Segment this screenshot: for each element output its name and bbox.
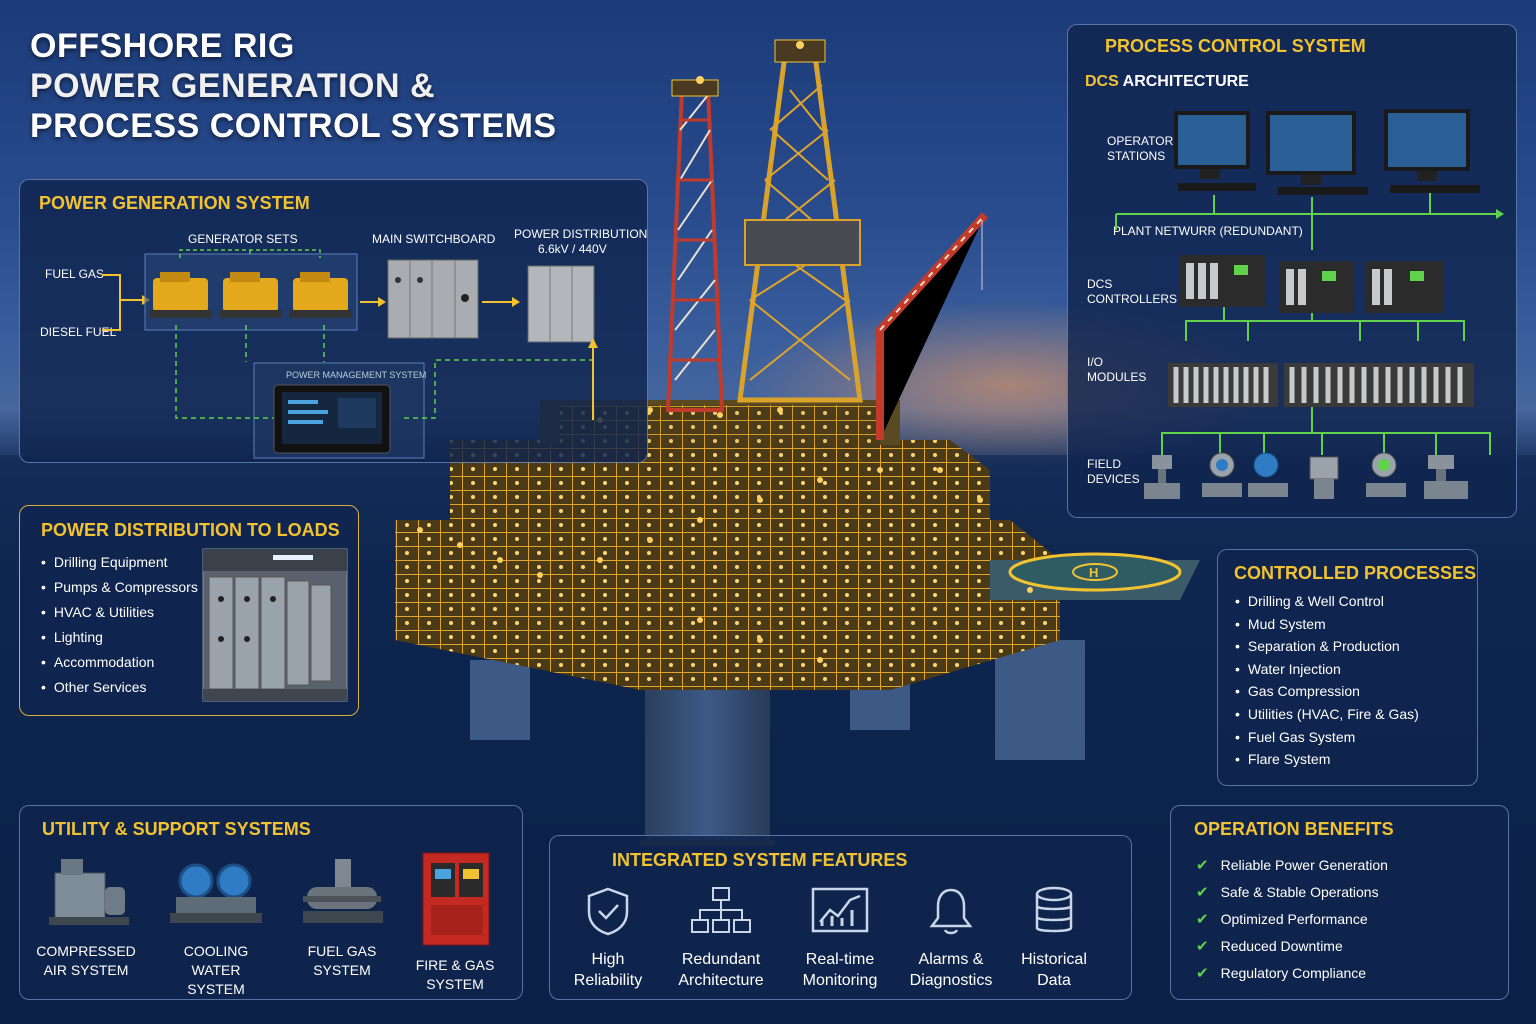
title-line-2: POWER GENERATION & — [30, 67, 436, 105]
monitor-chart-icon — [811, 887, 869, 933]
hierarchy-icon — [691, 887, 751, 933]
list-item: Other Services — [41, 675, 198, 700]
loads-list: Drilling Equipment Pumps & Compressors H… — [41, 550, 198, 700]
list-item: Safe & Stable Operations — [1196, 879, 1388, 906]
feature-historical-data: Historical Data — [999, 886, 1109, 991]
bell-icon — [929, 888, 973, 935]
list-item: Regulatory Compliance — [1196, 960, 1388, 987]
generator-icon — [220, 272, 282, 318]
feature-high-reliability: High Reliability — [553, 886, 663, 991]
fuel-gas-skid-icon — [303, 859, 383, 923]
pms-screen-icon — [273, 384, 391, 454]
list-item: Reliable Power Generation — [1196, 852, 1388, 879]
svg-text:H: H — [1089, 565, 1098, 580]
main-switchboard-icon — [387, 259, 479, 339]
controlled-processes-list: Drilling & Well Control Mud System Separ… — [1235, 590, 1419, 771]
transmitter-icon — [1366, 452, 1406, 497]
list-item: Water Injection — [1235, 658, 1419, 681]
operator-station-icon — [1384, 109, 1480, 193]
cooling-water-label: COOLING WATER SYSTEM — [183, 943, 249, 997]
cooling-pump-icon — [170, 863, 262, 923]
generator-icon — [290, 272, 352, 318]
power-generation-panel: POWER GENERATION SYSTEM GENERATOR SETS M… — [19, 179, 648, 463]
dcs-controller-icon — [1180, 255, 1266, 307]
operator-station-icon — [1174, 111, 1256, 191]
feature-real-time-monitoring: Real-time Monitoring — [785, 886, 895, 991]
title-line-1: OFFSHORE RIG — [30, 27, 295, 65]
dcs-controller-icon — [1366, 261, 1444, 313]
list-item: Pumps & Compressors — [41, 575, 198, 600]
compressed-air-label: COMPRESSED AIR SYSTEM — [36, 943, 136, 978]
fire-gas-system: FIRE & GAS SYSTEM — [400, 852, 510, 994]
utility-support-title: UTILITY & SUPPORT SYSTEMS — [42, 819, 311, 839]
controlled-processes-title: CONTROLLED PROCESSES — [1234, 563, 1477, 583]
dcs-architecture-diagram — [1115, 109, 1504, 499]
process-control-panel: PROCESS CONTROL SYSTEM DCS ARCHITECTURE … — [1067, 24, 1517, 518]
page-title: OFFSHORE RIG POWER GENERATION & PROCESS … — [30, 26, 557, 146]
feature-alarms-diagnostics: Alarms & Diagnostics — [896, 886, 1006, 991]
list-item: HVAC & Utilities — [41, 600, 198, 625]
compressed-air-system: COMPRESSED AIR SYSTEM — [31, 853, 141, 980]
controlled-processes-panel: CONTROLLED PROCESSES Drilling & Well Con… — [1217, 549, 1478, 786]
integrated-features-panel: INTEGRATED SYSTEM FEATURES High Reliabil… — [549, 835, 1132, 1000]
fuel-gas-label: FUEL GAS SYSTEM — [307, 943, 377, 978]
shield-check-icon — [587, 887, 629, 936]
dcs-controller-icon — [1280, 261, 1354, 313]
control-valve-icon — [1144, 455, 1180, 499]
list-item: Lighting — [41, 625, 198, 650]
flowmeter-icon — [1309, 456, 1339, 499]
fire-gas-cabinet-icon — [422, 852, 490, 946]
fuel-gas-system: FUEL GAS SYSTEM — [287, 853, 397, 980]
cooling-water-system: COOLING WATER SYSTEM — [161, 853, 271, 999]
distribution-panel-icon — [527, 265, 595, 343]
database-icon — [1035, 886, 1073, 933]
generator-icon — [150, 272, 212, 318]
list-item: Mud System — [1235, 613, 1419, 636]
list-item: Separation & Production — [1235, 635, 1419, 658]
power-distribution-loads-panel: POWER DISTRIBUTION TO LOADS Drilling Equ… — [19, 505, 359, 716]
io-module-rack-icon — [1284, 363, 1474, 407]
operation-benefits-panel: OPERATION BENEFITS Reliable Power Genera… — [1170, 805, 1509, 1000]
operation-benefits-title: OPERATION BENEFITS — [1194, 819, 1394, 839]
list-item: Drilling Equipment — [41, 550, 198, 575]
list-item: Gas Compression — [1235, 680, 1419, 703]
utility-support-panel: UTILITY & SUPPORT SYSTEMS COMPRESSED AIR… — [19, 805, 523, 1000]
feature-label: Redundant Architecture — [678, 951, 764, 989]
feature-label: High Reliability — [573, 951, 643, 989]
control-valve-icon — [1424, 455, 1468, 499]
power-distribution-loads-title: POWER DISTRIBUTION TO LOADS — [41, 520, 340, 540]
operation-benefits-list: Reliable Power Generation Safe & Stable … — [1196, 852, 1388, 987]
feature-label: Alarms & Diagnostics — [909, 951, 993, 989]
fire-gas-label: FIRE & GAS SYSTEM — [415, 957, 495, 992]
transmitter-icon — [1248, 452, 1288, 497]
air-compressor-icon — [49, 859, 129, 925]
feature-label: Real-time Monitoring — [802, 951, 878, 989]
feature-label: Historical Data — [1021, 951, 1087, 989]
list-item: Drilling & Well Control — [1235, 590, 1419, 613]
pms-label: POWER MANAGEMENT SYSTEM — [286, 370, 427, 380]
switchgear-room-image — [202, 548, 348, 702]
integrated-features-title: INTEGRATED SYSTEM FEATURES — [612, 850, 908, 870]
list-item: Utilities (HVAC, Fire & Gas) — [1235, 703, 1419, 726]
operator-station-icon — [1266, 111, 1368, 195]
feature-redundant-architecture: Redundant Architecture — [666, 886, 776, 991]
list-item: Fuel Gas System — [1235, 726, 1419, 749]
title-line-3: PROCESS CONTROL SYSTEMS — [30, 107, 557, 145]
list-item: Accommodation — [41, 650, 198, 675]
list-item: Reduced Downtime — [1196, 933, 1388, 960]
list-item: Optimized Performance — [1196, 906, 1388, 933]
list-item: Flare System — [1235, 748, 1419, 771]
transmitter-icon — [1202, 452, 1242, 497]
power-flow-diagram — [102, 249, 598, 459]
io-module-rack-icon — [1168, 363, 1278, 407]
